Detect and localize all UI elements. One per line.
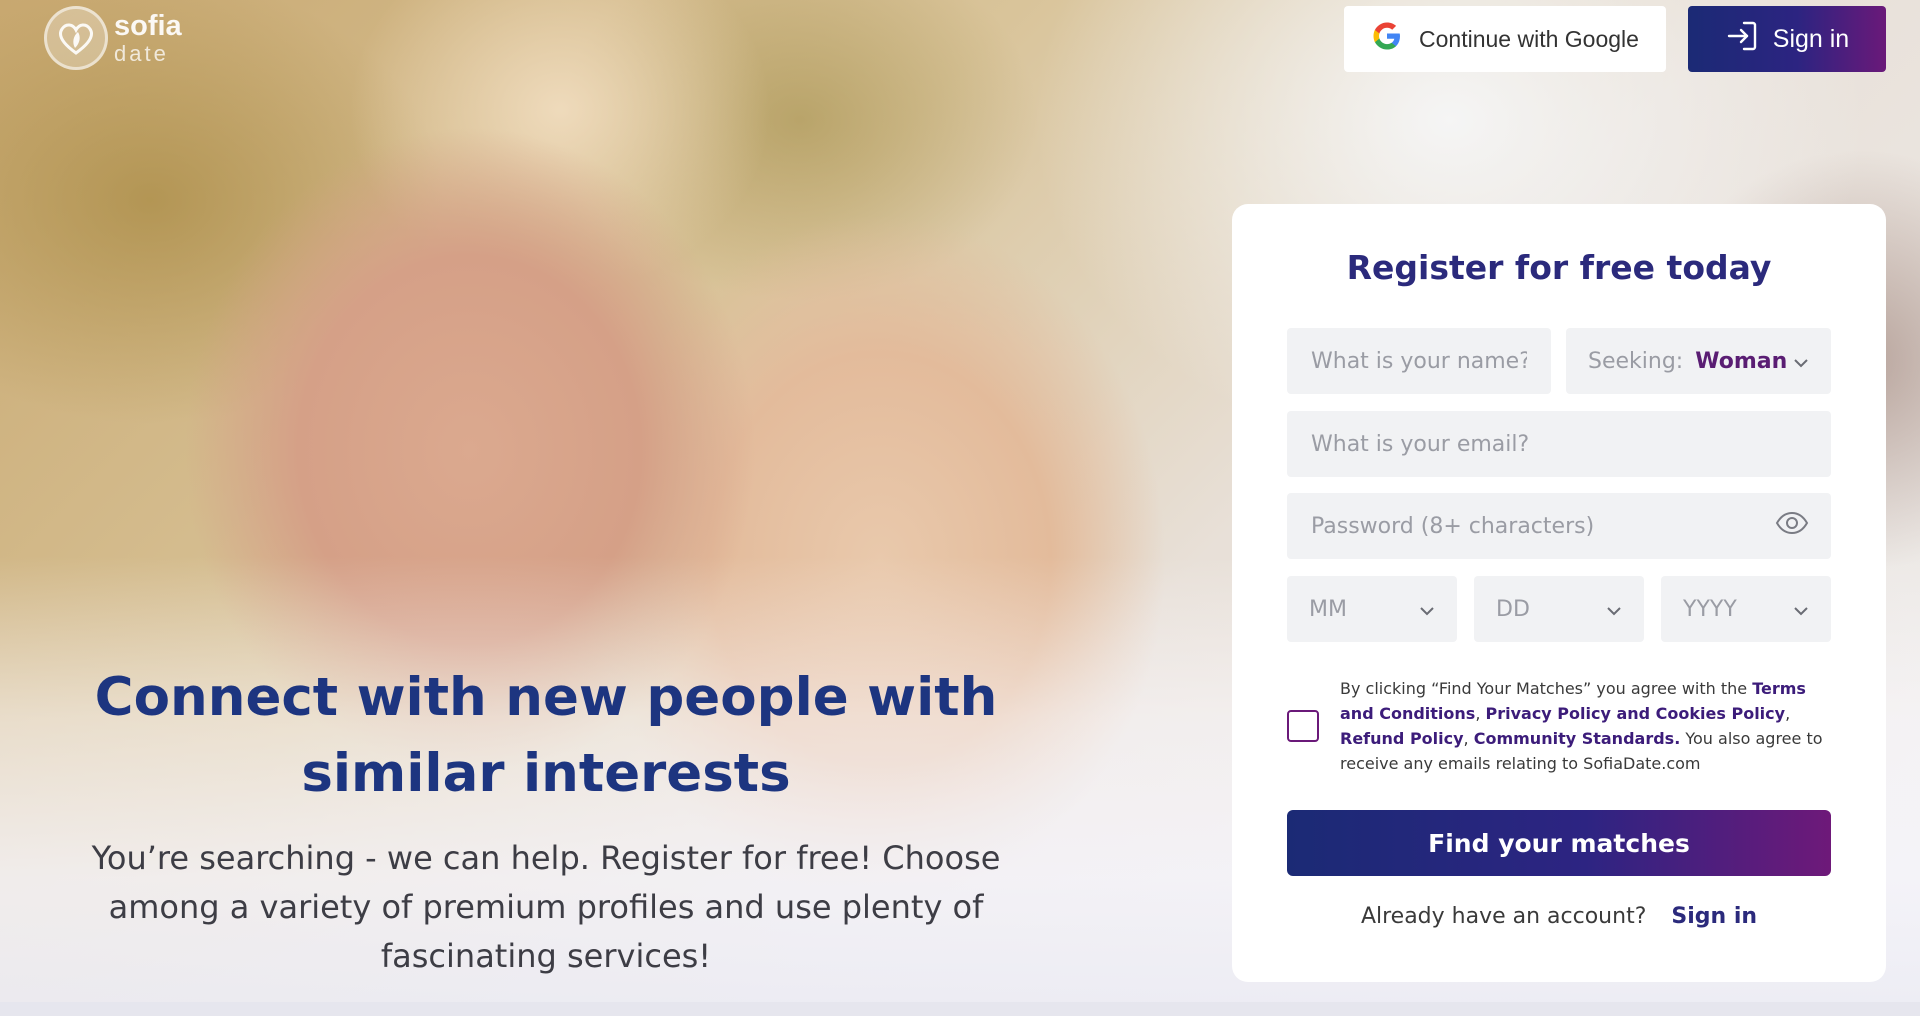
community-standards-link[interactable]: Community Standards. <box>1474 729 1681 748</box>
terms-separator: , <box>1463 729 1474 748</box>
terms-prefix: By clicking “Find Your Matches” you agre… <box>1340 679 1753 698</box>
email-field[interactable] <box>1287 411 1831 477</box>
eye-icon[interactable] <box>1775 511 1809 541</box>
password-input[interactable] <box>1309 512 1775 540</box>
card-sign-in-link[interactable]: Sign in <box>1671 904 1757 929</box>
name-field[interactable] <box>1287 328 1551 394</box>
hero-subtitle: You’re searching - we can help. Register… <box>91 839 1001 975</box>
have-account-row: Already have an account? Sign in <box>1232 904 1886 929</box>
birth-month-placeholder: MM <box>1309 596 1347 622</box>
email-input[interactable] <box>1309 430 1809 458</box>
page-bottom-strip <box>0 1002 1920 1016</box>
name-input[interactable] <box>1309 347 1529 375</box>
header-sign-in-label: Sign in <box>1772 24 1850 53</box>
terms-separator: , <box>1785 704 1791 723</box>
privacy-link[interactable]: Privacy Policy and Cookies Policy <box>1485 704 1785 723</box>
hero-title: Connect with new people with similar int… <box>94 667 998 804</box>
birth-year-placeholder: YYYY <box>1683 596 1737 622</box>
continue-with-google-button[interactable]: Continue with Google <box>1344 6 1666 72</box>
register-title: Register for free today <box>1346 248 1772 287</box>
google-button-label: Continue with Google <box>1419 25 1639 52</box>
chevron-down-icon <box>1793 349 1809 374</box>
logo-word-sofia: sofia <box>114 9 182 42</box>
register-card: Register for free today Seeking: Woman M… <box>1232 204 1886 982</box>
terms-text: By clicking “Find Your Matches” you agre… <box>1340 676 1840 776</box>
seeking-select[interactable]: Seeking: Woman <box>1566 328 1831 394</box>
terms-checkbox[interactable] <box>1287 710 1319 742</box>
have-account-text: Already have an account? <box>1360 904 1647 929</box>
birth-month-select[interactable]: MM <box>1287 576 1457 642</box>
chevron-down-icon <box>1419 597 1435 622</box>
google-icon <box>1371 20 1403 58</box>
heart-logo-icon <box>44 6 108 70</box>
header-sign-in-button[interactable]: Sign in <box>1688 6 1886 72</box>
find-matches-button[interactable]: Find your matches <box>1287 810 1831 876</box>
logo[interactable]: sofia date <box>44 6 182 70</box>
logo-word-date: date <box>114 40 169 66</box>
refund-link[interactable]: Refund Policy <box>1340 729 1464 748</box>
chevron-down-icon <box>1606 597 1622 622</box>
logo-wordmark: sofia date <box>114 9 182 66</box>
chevron-down-icon <box>1793 597 1809 622</box>
seeking-label: Seeking: <box>1588 348 1684 374</box>
birth-year-select[interactable]: YYYY <box>1661 576 1831 642</box>
birth-day-select[interactable]: DD <box>1474 576 1644 642</box>
sign-in-icon <box>1725 19 1759 60</box>
terms-separator: , <box>1475 704 1486 723</box>
birth-day-placeholder: DD <box>1496 596 1530 622</box>
seeking-value: Woman <box>1695 348 1788 374</box>
password-field[interactable] <box>1287 493 1831 559</box>
